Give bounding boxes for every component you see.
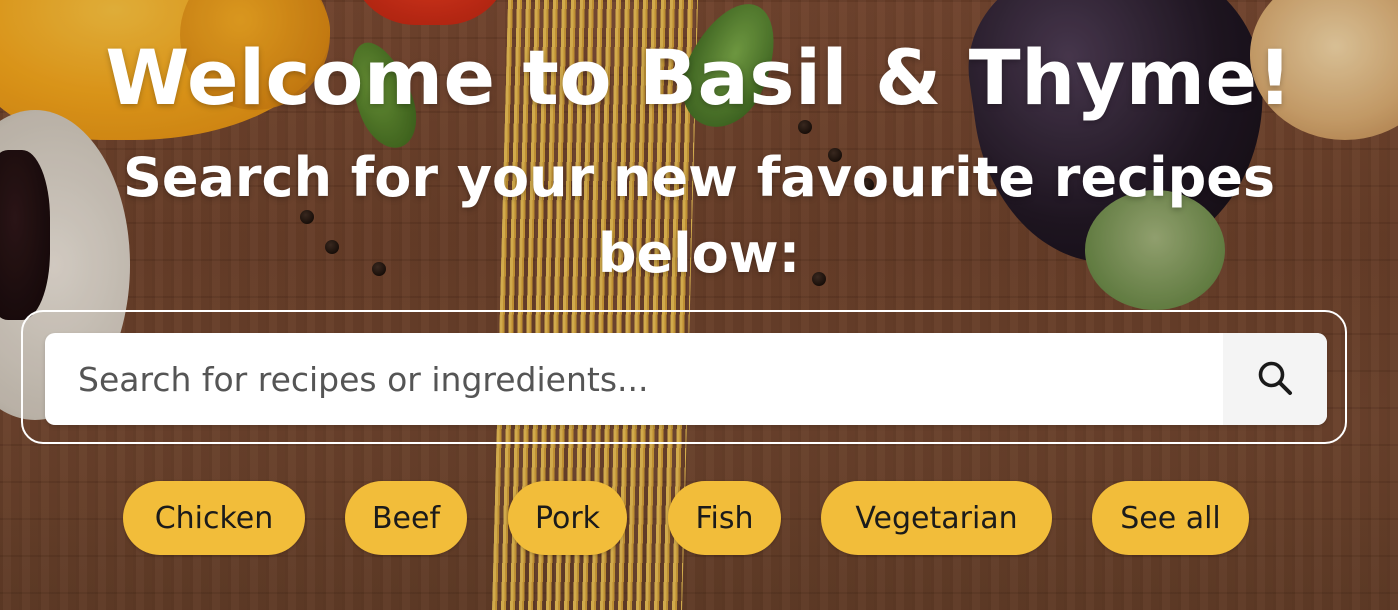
category-chips: Chicken Beef Pork Fish Vegetarian See al… [0, 481, 1398, 557]
page-subtitle: Search for your new favourite recipes be… [122, 146, 1276, 285]
category-chip-pork[interactable]: Pork [508, 481, 627, 555]
category-chip-vegetarian[interactable]: Vegetarian [821, 481, 1052, 555]
category-chip-beef[interactable]: Beef [345, 481, 467, 555]
category-chip-chicken[interactable]: Chicken [123, 481, 305, 555]
category-chip-fish[interactable]: Fish [668, 481, 781, 555]
search-button[interactable] [1223, 333, 1327, 425]
search-bar [45, 333, 1327, 425]
page-title: Welcome to Basil & Thyme! [105, 33, 1293, 122]
category-chip-see-all[interactable]: See all [1092, 481, 1249, 555]
search-input[interactable] [45, 333, 1223, 425]
search-icon [1255, 358, 1295, 401]
